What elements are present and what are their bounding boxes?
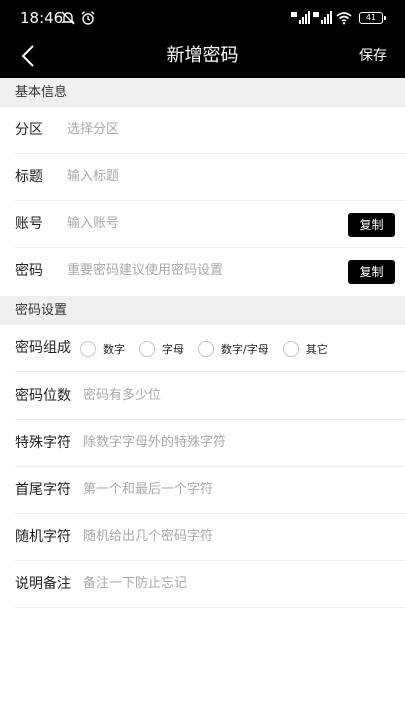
length-input[interactable] bbox=[83, 385, 383, 407]
title-label: 标题 bbox=[15, 169, 43, 185]
random-input[interactable] bbox=[83, 526, 383, 548]
password-input[interactable] bbox=[67, 260, 337, 282]
section-header-password-settings: 密码设置 bbox=[0, 296, 405, 325]
radio-option-letters[interactable]: 字母 bbox=[139, 340, 184, 357]
password-label: 密码 bbox=[15, 263, 43, 279]
length-label: 密码位数 bbox=[15, 388, 71, 404]
partition-select[interactable] bbox=[67, 119, 367, 141]
battery-icon: 41 bbox=[359, 12, 386, 24]
mute-icon bbox=[60, 10, 76, 26]
first-last-input[interactable] bbox=[83, 479, 383, 501]
first-last-label: 首尾字符 bbox=[15, 482, 71, 498]
radio-option-digits[interactable]: 数字 bbox=[80, 340, 125, 357]
radio-option-other[interactable]: 其它 bbox=[282, 340, 328, 357]
copy-account-button[interactable]: 复制 bbox=[348, 213, 395, 237]
save-button[interactable]: 保存 bbox=[359, 46, 387, 66]
account-label: 账号 bbox=[15, 216, 43, 232]
status-time: 18:46 bbox=[20, 9, 64, 27]
random-label: 随机字符 bbox=[15, 529, 71, 545]
radio-option-digits-letters[interactable]: 数字/字母 bbox=[198, 340, 269, 357]
composition-radio-group: 数字 字母 数字/字母 其它 bbox=[80, 325, 342, 372]
partition-row[interactable]: 分区 bbox=[0, 107, 405, 154]
wifi-icon bbox=[336, 10, 352, 26]
section-header-basic: 基本信息 bbox=[0, 78, 405, 107]
title-input[interactable] bbox=[67, 166, 367, 188]
copy-password-button[interactable]: 复制 bbox=[348, 260, 395, 284]
composition-label: 密码组成 bbox=[15, 340, 71, 356]
account-input[interactable] bbox=[67, 213, 337, 235]
title-row: 标题 bbox=[0, 154, 405, 201]
partition-label: 分区 bbox=[15, 122, 43, 138]
radio-circle[interactable] bbox=[139, 340, 155, 357]
special-label: 特殊字符 bbox=[15, 435, 71, 451]
composition-row: 密码组成 数字 字母 数字/字母 其它 bbox=[0, 325, 405, 372]
radio-circle[interactable] bbox=[282, 340, 299, 357]
divider bbox=[15, 607, 405, 608]
page-title: 新增密码 bbox=[166, 45, 239, 66]
nav-bar: 新增密码 保存 bbox=[0, 35, 405, 78]
notes-label: 说明备注 bbox=[15, 576, 71, 592]
first-last-row: 首尾字符 bbox=[0, 467, 405, 514]
divider bbox=[15, 371, 405, 372]
radio-circle[interactable] bbox=[80, 340, 96, 357]
notes-input[interactable] bbox=[83, 573, 383, 595]
special-row: 特殊字符 bbox=[0, 420, 405, 467]
length-row: 密码位数 bbox=[0, 373, 405, 420]
special-input[interactable] bbox=[83, 432, 383, 454]
radio-circle[interactable] bbox=[198, 340, 214, 357]
alarm-icon bbox=[80, 10, 96, 26]
notes-row: 说明备注 bbox=[0, 561, 405, 608]
password-row: 密码 复制 bbox=[0, 248, 405, 295]
signal-hd-icon-1 bbox=[291, 10, 311, 26]
account-row: 账号 复制 bbox=[0, 201, 405, 248]
signal-hd-icon-2 bbox=[313, 10, 333, 26]
status-bar: 18:46 41 bbox=[0, 0, 405, 35]
random-row: 随机字符 bbox=[0, 514, 405, 561]
